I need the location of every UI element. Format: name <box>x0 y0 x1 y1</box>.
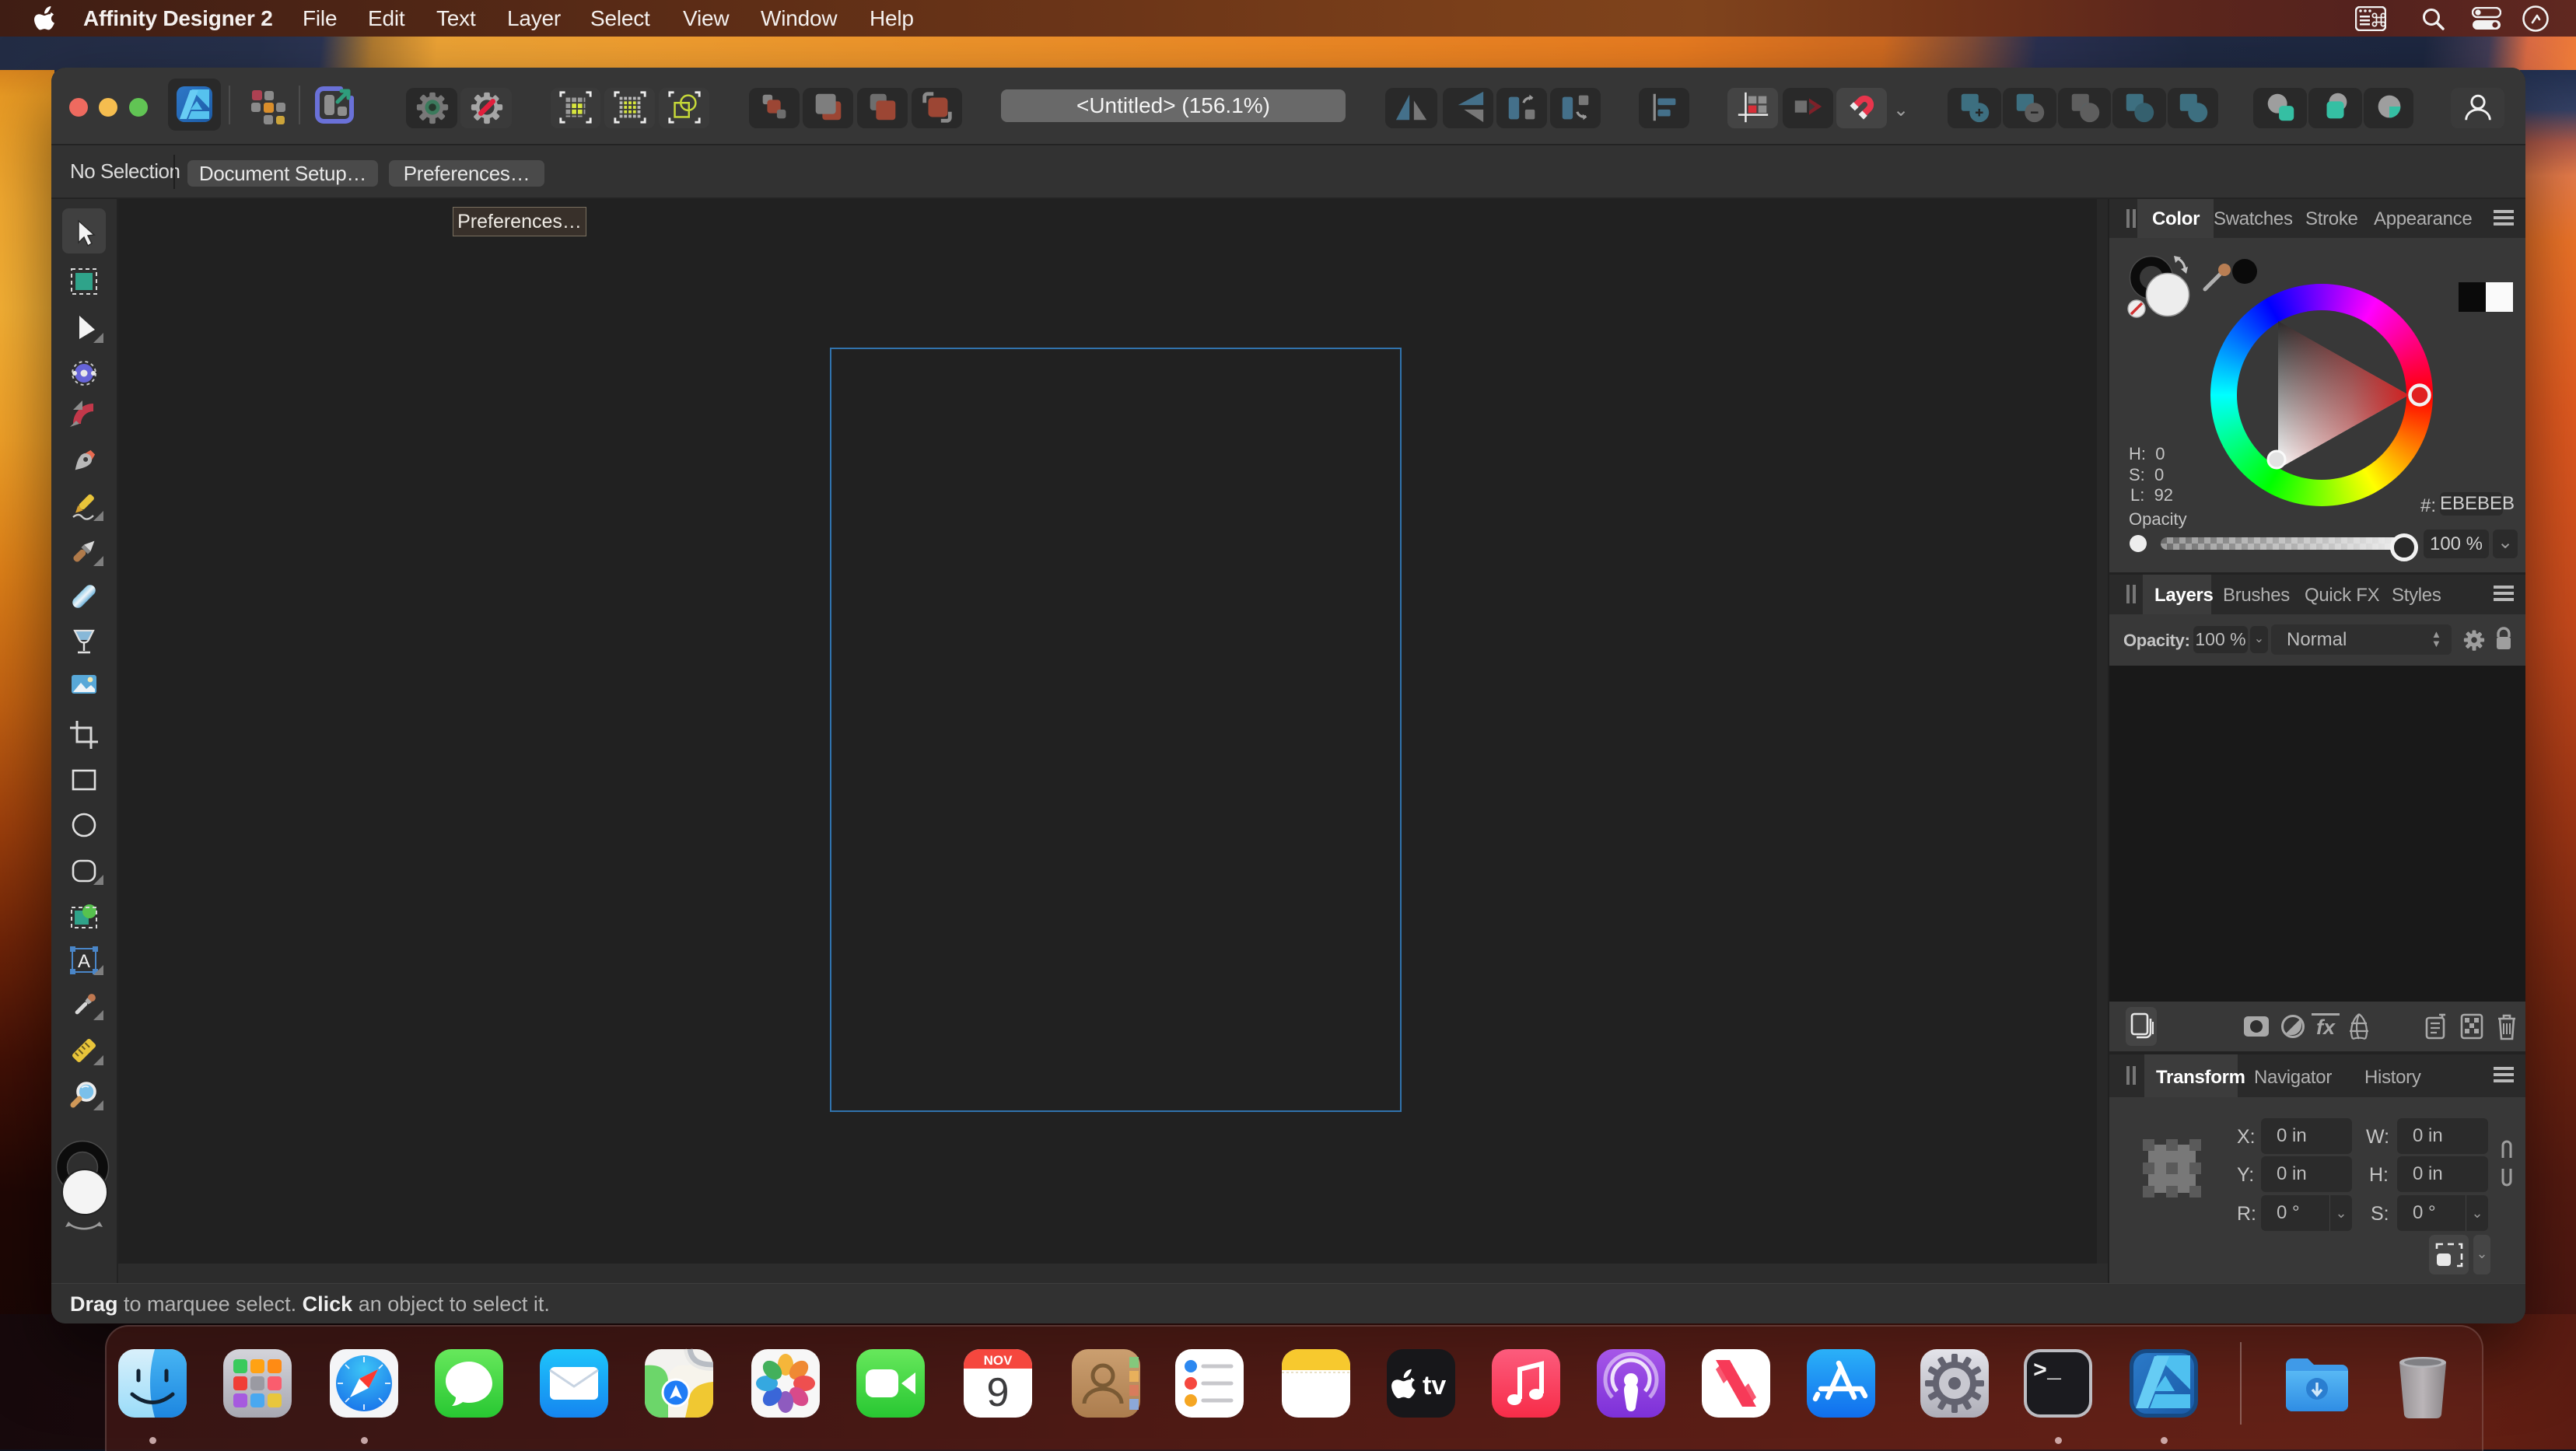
svg-text:>_: >_ <box>2033 1358 2062 1385</box>
svg-text:9: 9 <box>987 1370 1010 1415</box>
svg-text:tv: tv <box>1423 1371 1446 1400</box>
svg-text:A: A <box>78 951 90 972</box>
svg-text:NOV: NOV <box>984 1353 1013 1368</box>
